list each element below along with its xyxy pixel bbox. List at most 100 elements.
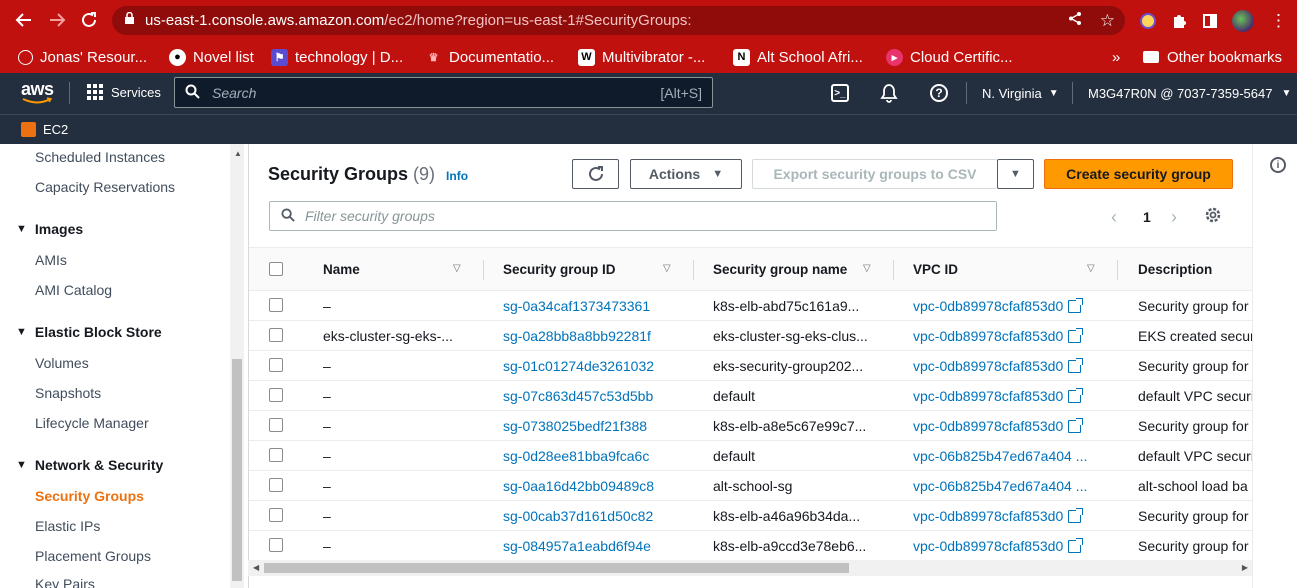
vpc-id-link[interactable]: vpc-0db89978cfaf853d0 — [913, 298, 1063, 314]
forward-icon[interactable] — [40, 3, 74, 37]
vpc-id-link[interactable]: vpc-06b825b47ed67a404 ... — [913, 448, 1087, 464]
refresh-button[interactable] — [572, 159, 619, 189]
create-security-group-button[interactable]: Create security group — [1044, 159, 1233, 189]
external-link-icon[interactable] — [1068, 507, 1084, 523]
bell-icon[interactable] — [880, 83, 898, 106]
reload-icon[interactable] — [72, 3, 106, 37]
sidebar-section-ebs[interactable]: ▼ Elastic Block Store — [16, 324, 162, 340]
table-row[interactable]: – sg-07c863d457c53d5bb default vpc-0db89978… — [249, 380, 1253, 410]
sg-id-link[interactable]: sg-0d28ee81bba9fca6c — [503, 448, 649, 464]
share-icon[interactable] — [1068, 11, 1082, 30]
column-header-description[interactable]: Description — [1138, 248, 1212, 290]
help-icon[interactable]: ? — [930, 84, 948, 102]
extension-icon[interactable] — [1140, 7, 1156, 34]
sidebar-item-key-pairs[interactable]: Key Pairs — [35, 576, 95, 588]
sidebar-item-amis[interactable]: AMIs — [35, 252, 67, 268]
external-link-icon[interactable] — [1068, 387, 1084, 403]
sidebar-item-volumes[interactable]: Volumes — [35, 355, 89, 371]
sidebar-scrollbar[interactable]: ▲ — [230, 144, 244, 588]
column-header-vpc[interactable]: VPC ID — [913, 248, 958, 290]
row-checkbox[interactable] — [269, 478, 283, 492]
external-link-icon[interactable] — [1068, 297, 1084, 313]
row-checkbox[interactable] — [269, 388, 283, 402]
sort-icon[interactable]: ▽ — [453, 263, 461, 274]
star-icon[interactable]: ☆ — [1100, 11, 1115, 31]
sidebar-item-security-groups[interactable]: Security Groups — [35, 488, 144, 504]
sort-icon[interactable]: ▽ — [663, 263, 671, 274]
row-checkbox[interactable] — [269, 418, 283, 432]
bookmark-item[interactable]: ● Novel list — [169, 41, 254, 73]
table-row[interactable]: – sg-01c01274de3261032 eks-security-group2… — [249, 350, 1253, 380]
vpc-id-link[interactable]: vpc-0db89978cfaf853d0 — [913, 388, 1063, 404]
column-header-sgname[interactable]: Security group name — [713, 248, 847, 290]
sg-id-link[interactable]: sg-07c863d457c53d5bb — [503, 388, 653, 404]
sg-id-link[interactable]: sg-00cab37d161d50c82 — [503, 508, 653, 524]
puzzle-icon[interactable] — [1171, 7, 1187, 34]
sidebar-item-capacity-reservations[interactable]: Capacity Reservations — [35, 179, 175, 195]
row-checkbox[interactable] — [269, 358, 283, 372]
row-checkbox[interactable] — [269, 508, 283, 522]
vpc-id-link[interactable]: vpc-06b825b47ed67a404 ... — [913, 478, 1087, 494]
bookmark-item[interactable]: ▸ Cloud Certific... — [886, 41, 1013, 73]
bookmark-item[interactable]: Jonas' Resour... — [18, 41, 147, 73]
select-all-checkbox[interactable] — [269, 262, 283, 276]
scrollbar-thumb[interactable] — [264, 563, 849, 573]
table-row[interactable]: – sg-0738025bedf21f388 k8s-elb-a8e5c67e99c… — [249, 410, 1253, 440]
next-page-icon[interactable]: › — [1171, 207, 1177, 228]
sidebar-item-snapshots[interactable]: Snapshots — [35, 385, 101, 401]
sidepanel-icon[interactable] — [1203, 7, 1217, 34]
column-header-name[interactable]: Name — [323, 248, 360, 290]
vpc-id-link[interactable]: vpc-0db89978cfaf853d0 — [913, 508, 1063, 524]
table-row[interactable]: – sg-0aa16d42bb09489c8 alt-school-sg vpc-06… — [249, 470, 1253, 500]
actions-button[interactable]: Actions ▼ — [630, 159, 742, 189]
vpc-id-link[interactable]: vpc-0db89978cfaf853d0 — [913, 358, 1063, 374]
table-horizontal-scrollbar[interactable]: ◀ ▶ — [248, 560, 1252, 576]
sg-id-link[interactable]: sg-01c01274de3261032 — [503, 358, 654, 374]
profile-avatar[interactable] — [1232, 7, 1254, 34]
sidebar-item-placement-groups[interactable]: Placement Groups — [35, 548, 151, 564]
sg-id-link[interactable]: sg-0a34caf1373473361 — [503, 298, 650, 314]
sg-id-link[interactable]: sg-084957a1eabd6f94e — [503, 538, 651, 554]
table-row[interactable]: eks-cluster-sg-eks-... sg-0a28bb8a8bb9228… — [249, 320, 1253, 350]
address-bar[interactable]: us-east-1.console.aws.amazon.com/ec2/hom… — [112, 6, 1125, 35]
sidebar-section-images[interactable]: ▼ Images — [16, 221, 83, 237]
prev-page-icon[interactable]: ‹ — [1111, 207, 1117, 228]
row-checkbox[interactable] — [269, 328, 283, 342]
vpc-id-link[interactable]: vpc-0db89978cfaf853d0 — [913, 418, 1063, 434]
column-header-id[interactable]: Security group ID — [503, 248, 616, 290]
page-number[interactable]: 1 — [1143, 209, 1151, 225]
table-row[interactable]: – sg-00cab37d161d50c82 k8s-elb-a46a96b34da… — [249, 500, 1253, 530]
back-icon[interactable] — [7, 3, 41, 37]
services-menu[interactable]: Services — [87, 84, 161, 100]
filter-input[interactable]: Filter security groups — [269, 201, 997, 231]
settings-gear-icon[interactable] — [1204, 206, 1222, 229]
table-row[interactable]: – sg-0a34caf1373473361 k8s-elb-abd75c161a9… — [249, 290, 1253, 320]
more-bookmarks-button[interactable]: » — [1112, 41, 1120, 73]
account-menu[interactable]: M3G47R0N @ 7037-7359-5647 ▼ — [1088, 86, 1291, 101]
bookmark-item[interactable]: ⚑ technology | D... — [271, 41, 403, 73]
external-link-icon[interactable] — [1068, 327, 1084, 343]
cloudshell-icon[interactable]: >_ — [831, 84, 849, 102]
sg-id-link[interactable]: sg-0aa16d42bb09489c8 — [503, 478, 654, 494]
export-csv-button[interactable]: Export security groups to CSV — [752, 159, 997, 189]
vpc-id-link[interactable]: vpc-0db89978cfaf853d0 — [913, 328, 1063, 344]
sidebar-item-elastic-ips[interactable]: Elastic IPs — [35, 518, 100, 534]
row-checkbox[interactable] — [269, 298, 283, 312]
region-selector[interactable]: N. Virginia ▼ — [982, 86, 1059, 101]
table-row[interactable]: – sg-084957a1eabd6f94e k8s-elb-a9ccd3e78eb… — [249, 530, 1253, 560]
export-dropdown-button[interactable]: ▼ — [997, 159, 1034, 189]
scroll-up-icon[interactable]: ▲ — [234, 149, 242, 158]
bookmark-item[interactable]: ♛ Documentatio... — [425, 41, 555, 73]
sort-icon[interactable]: ▽ — [863, 263, 871, 274]
sg-id-link[interactable]: sg-0a28bb8a8bb92281f — [503, 328, 651, 344]
info-link[interactable]: Info — [446, 169, 468, 183]
scroll-left-icon[interactable]: ◀ — [253, 563, 259, 572]
vpc-id-link[interactable]: vpc-0db89978cfaf853d0 — [913, 538, 1063, 554]
sidebar-item-scheduled-instances[interactable]: Scheduled Instances — [35, 149, 165, 165]
sort-icon[interactable]: ▽ — [1087, 263, 1095, 274]
sidebar-item-lifecycle-manager[interactable]: Lifecycle Manager — [35, 415, 149, 431]
aws-logo[interactable]: aws — [21, 79, 55, 105]
row-checkbox[interactable] — [269, 448, 283, 462]
bookmark-item[interactable]: W Multivibrator -... — [578, 41, 705, 73]
info-icon[interactable]: i — [1270, 157, 1286, 173]
